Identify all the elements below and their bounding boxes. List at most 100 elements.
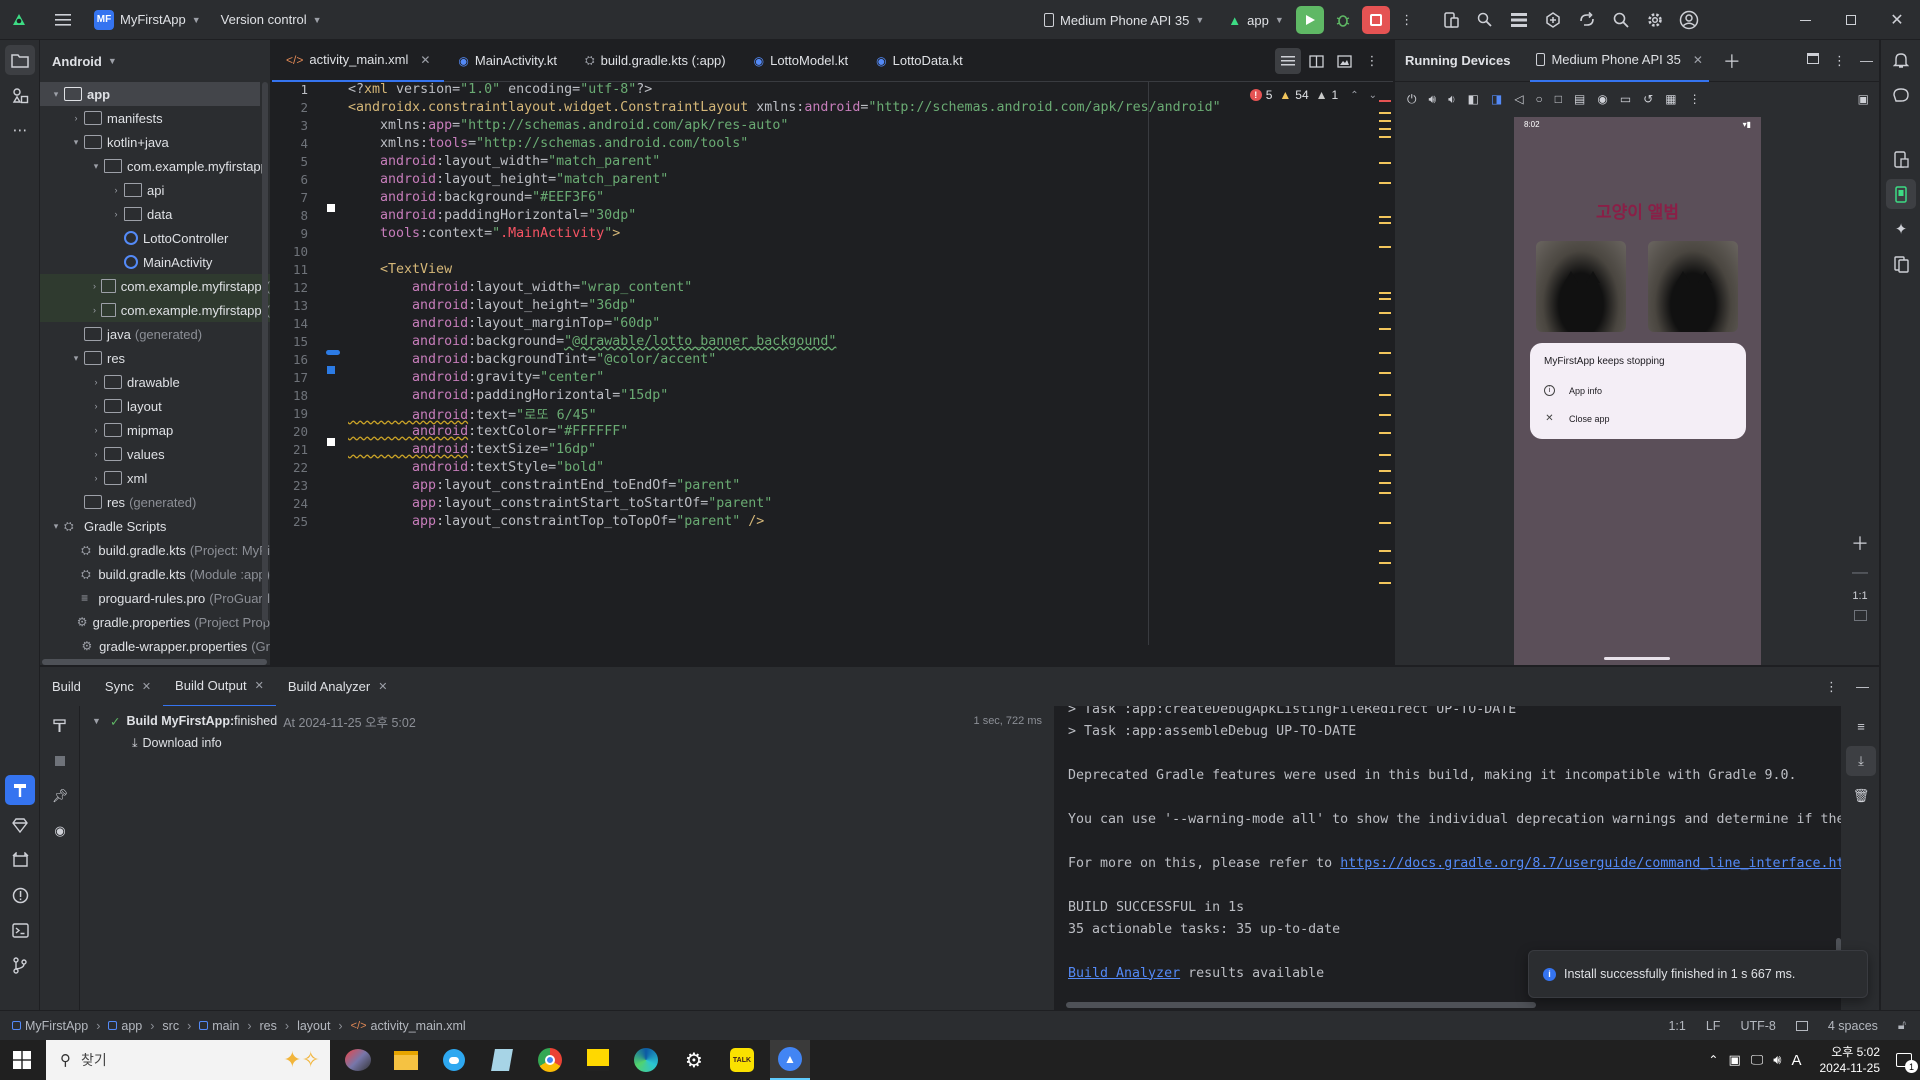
eye-icon[interactable]: ◉ bbox=[45, 816, 75, 846]
file-encoding[interactable]: UTF-8 bbox=[1740, 1019, 1775, 1033]
line-number[interactable]: 15 bbox=[272, 334, 312, 349]
install-toast[interactable]: i Install successfully finished in 1 s 6… bbox=[1528, 950, 1868, 998]
power-icon[interactable]: ⏻ bbox=[1407, 92, 1417, 107]
resource-manager-icon[interactable] bbox=[5, 80, 35, 110]
rotate-right-icon[interactable]: ◨ bbox=[1491, 92, 1502, 106]
layout-inspector-icon[interactable] bbox=[1504, 5, 1534, 35]
stripe-marker[interactable] bbox=[1379, 112, 1391, 114]
mirror-icon[interactable]: ▣ bbox=[1858, 92, 1869, 106]
more-actions-icon[interactable]: ⋮ bbox=[1392, 5, 1422, 35]
windows-start-icon[interactable] bbox=[2, 1040, 42, 1080]
line-number[interactable]: 10 bbox=[272, 244, 312, 259]
line-number[interactable]: 19 bbox=[272, 406, 312, 421]
gradle-docs-link[interactable]: https://docs.gradle.org/8.7/userguide/co… bbox=[1340, 856, 1841, 871]
tree-item[interactable]: › mipmap bbox=[40, 418, 270, 442]
toolbar-more-icon[interactable]: ⋮ bbox=[1689, 92, 1701, 106]
network-icon[interactable]: 🖵︎ bbox=[1751, 1052, 1764, 1068]
build-hammer-icon[interactable] bbox=[45, 711, 75, 741]
next-highlight-icon[interactable]: ⌄ bbox=[1369, 90, 1377, 101]
chevron-right-icon[interactable]: › bbox=[68, 113, 84, 123]
tree-item[interactable]: › drawable bbox=[40, 370, 270, 394]
fold-icon[interactable]: ▤ bbox=[1574, 92, 1585, 106]
restore-window-icon[interactable] bbox=[1828, 0, 1874, 40]
network-monitor-icon[interactable]: ▣ bbox=[1728, 1052, 1740, 1068]
stripe-marker[interactable] bbox=[1379, 222, 1391, 224]
stripe-marker[interactable] bbox=[1379, 128, 1391, 130]
chevron-right-icon[interactable]: › bbox=[108, 185, 124, 195]
line-number[interactable]: 17 bbox=[272, 370, 312, 385]
project-horizontal-scrollbar[interactable] bbox=[42, 659, 267, 665]
device-selector[interactable]: Medium Phone API 35 ▼ bbox=[1036, 5, 1212, 35]
close-window-icon[interactable]: ✕ bbox=[1874, 0, 1920, 40]
device-manager-icon[interactable] bbox=[1436, 5, 1466, 35]
close-icon[interactable]: ✕ bbox=[142, 680, 151, 693]
gemini-icon[interactable] bbox=[1886, 80, 1916, 110]
chevron-right-icon[interactable]: › bbox=[88, 281, 101, 291]
pin-icon[interactable]: 📌︎ bbox=[45, 781, 75, 811]
zoom-actual-size[interactable]: 1:1 bbox=[1852, 590, 1867, 602]
tree-item[interactable]: › data bbox=[40, 202, 270, 226]
lock-icon[interactable]: 🔓︎ bbox=[1898, 1018, 1906, 1033]
tree-item[interactable]: › api bbox=[40, 178, 270, 202]
device-file-explorer-icon[interactable] bbox=[1886, 144, 1916, 174]
line-number[interactable]: 12 bbox=[272, 280, 312, 295]
build-analyzer-link[interactable]: Build Analyzer bbox=[1068, 966, 1180, 981]
tree-item[interactable]: ⚙ gradle-wrapper.properties (Gr bbox=[40, 634, 270, 658]
editor-tab[interactable]: ◉ LottoData.kt bbox=[862, 40, 977, 82]
breadcrumb-item[interactable]: res bbox=[260, 1019, 277, 1033]
app-info-option[interactable]: i App info bbox=[1544, 385, 1602, 396]
account-icon[interactable] bbox=[1674, 5, 1704, 35]
stripe-marker[interactable] bbox=[1379, 432, 1391, 434]
zoom-out-icon[interactable]: — bbox=[1852, 564, 1868, 582]
screen-record-icon[interactable]: ▭ bbox=[1620, 92, 1631, 106]
stop-build-icon[interactable] bbox=[45, 746, 75, 776]
problems-icon[interactable] bbox=[5, 880, 35, 910]
stripe-marker[interactable] bbox=[1379, 482, 1391, 484]
chevron-down-icon[interactable]: ▾ bbox=[48, 89, 64, 100]
snapshot-icon[interactable]: ▦ bbox=[1665, 92, 1676, 106]
download-info-row[interactable]: ⤓ Download info bbox=[80, 732, 1054, 754]
chrome-icon[interactable] bbox=[530, 1040, 570, 1080]
line-number[interactable]: 24 bbox=[272, 496, 312, 511]
notification-center[interactable]: 1 bbox=[1896, 1053, 1918, 1073]
line-number[interactable]: 8 bbox=[272, 208, 312, 223]
stripe-marker[interactable] bbox=[1379, 328, 1391, 330]
line-number[interactable]: 16 bbox=[272, 352, 312, 367]
stripe-marker[interactable] bbox=[1379, 100, 1391, 102]
screenshot-icon[interactable]: ◉ bbox=[1597, 92, 1607, 106]
emulator-screen[interactable]: 8:02 ▾▮ 고양이 앨범 MyFirstApp keeps stopping… bbox=[1514, 117, 1761, 665]
add-device-icon[interactable]: ＋ bbox=[1723, 48, 1741, 74]
editor-tab[interactable]: ◉ LottoModel.kt bbox=[740, 40, 863, 82]
hide-panel-icon[interactable]: — bbox=[1860, 53, 1873, 69]
stop-button[interactable] bbox=[1361, 6, 1390, 34]
editor-tab[interactable]: ⛭ build.gradle.kts (:app) bbox=[571, 40, 740, 82]
sdk-manager-icon[interactable] bbox=[1538, 5, 1568, 35]
chevron-right-icon[interactable]: › bbox=[88, 449, 104, 459]
stripe-marker[interactable] bbox=[1379, 550, 1391, 552]
logcat-icon[interactable] bbox=[5, 845, 35, 875]
line-number[interactable]: 21 bbox=[272, 442, 312, 457]
tree-item[interactable]: › xml bbox=[40, 466, 270, 490]
indent-setting[interactable]: 4 spaces bbox=[1828, 1019, 1878, 1033]
tree-item[interactable]: ▾ app bbox=[40, 82, 260, 106]
device-explorer-icon[interactable] bbox=[1886, 249, 1916, 279]
chevron-right-icon[interactable]: › bbox=[88, 401, 104, 411]
breadcrumb-item[interactable]: app bbox=[108, 1019, 142, 1033]
ai-sparkle-icon[interactable]: ✦ bbox=[1886, 214, 1916, 244]
build-tab[interactable]: Build Output ✕ bbox=[163, 667, 276, 707]
line-number[interactable]: 6 bbox=[272, 172, 312, 187]
stripe-marker[interactable] bbox=[1379, 312, 1391, 314]
stripe-marker[interactable] bbox=[1379, 292, 1391, 294]
stripe-marker[interactable] bbox=[1379, 120, 1391, 122]
volume-up-icon[interactable]: 🔊︎ bbox=[1429, 92, 1437, 107]
vcs-menu[interactable]: Version control ▼ bbox=[213, 5, 330, 35]
line-number[interactable]: 22 bbox=[272, 460, 312, 475]
tree-item[interactable]: ›com.example.myfirstapp( bbox=[40, 274, 270, 298]
sticky-notes-icon[interactable] bbox=[578, 1040, 618, 1080]
project-folder-icon[interactable] bbox=[5, 45, 35, 75]
line-number[interactable]: 20 bbox=[272, 424, 312, 439]
zoom-fit-icon[interactable] bbox=[1853, 610, 1867, 621]
code-editor[interactable]: 1 <?xml version="1.0" encoding="utf-8"?> 2… bbox=[272, 82, 1393, 645]
console-horizontal-scrollbar[interactable] bbox=[1066, 1002, 1536, 1008]
code-view-icon[interactable] bbox=[1275, 48, 1301, 74]
